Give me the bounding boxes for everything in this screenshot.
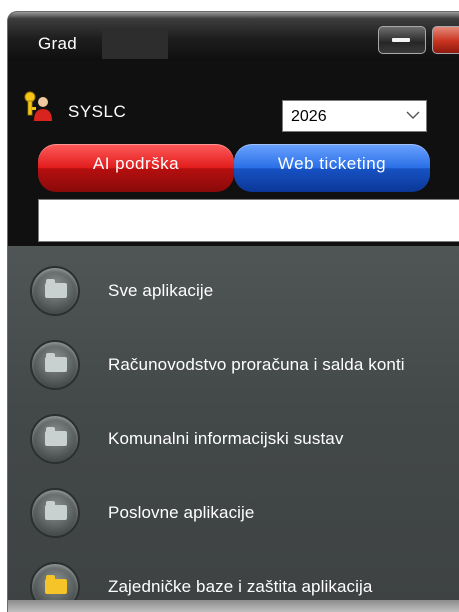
web-ticketing-button[interactable]: Web ticketing: [234, 144, 430, 192]
list-item-business-applications[interactable]: Poslovne aplikacije: [30, 488, 459, 544]
list-item-label: Zajedničke baze i zaštita aplikacija: [108, 577, 373, 596]
list-item-budget-accounting[interactable]: Računovodstvo proračuna i salda konti: [30, 340, 459, 396]
app-window: Grad SYSLC 2026 AI podrška Web ticketing: [8, 12, 459, 612]
folder-button: [30, 414, 80, 464]
list-item-communal-system[interactable]: Komunalni informacijski sustav: [30, 414, 459, 470]
ai-support-label: AI podrška: [92, 154, 180, 173]
list-item-all-applications[interactable]: Sve aplikacije: [30, 266, 459, 322]
folder-button: [30, 340, 80, 390]
app-name: SYSLC: [68, 102, 127, 121]
year-value: 2026: [291, 108, 327, 125]
horizontal-scrollbar[interactable]: [8, 600, 459, 612]
close-button[interactable]: [432, 26, 459, 54]
user-keys-icon: [24, 91, 52, 121]
minimize-icon: [392, 38, 410, 42]
title-bar[interactable]: Grad: [8, 12, 459, 60]
list-item-label: Računovodstvo proračuna i salda konti: [108, 355, 405, 374]
folder-icon: [45, 427, 67, 446]
minimize-button[interactable]: [378, 26, 426, 54]
folder-icon: [45, 353, 67, 372]
folder-open-icon: [45, 575, 67, 594]
folder-icon: [45, 501, 67, 520]
chevron-down-icon: [406, 111, 420, 119]
folder-button: [30, 488, 80, 538]
window-title: Grad: [38, 34, 77, 53]
search-input[interactable]: [38, 199, 459, 242]
list-item-label: Sve aplikacije: [108, 281, 214, 300]
year-select[interactable]: 2026: [282, 100, 427, 132]
folder-button: [30, 266, 80, 316]
web-ticketing-label: Web ticketing: [277, 154, 387, 173]
list-item-label: Komunalni informacijski sustav: [108, 429, 344, 448]
list-item-label: Poslovne aplikacije: [108, 503, 255, 522]
folder-icon: [45, 279, 67, 298]
ai-support-button[interactable]: AI podrška: [38, 144, 234, 192]
title-redacted-block: [102, 28, 168, 59]
applications-panel: Sve aplikacije Računovodstvo proračuna i…: [8, 246, 459, 612]
